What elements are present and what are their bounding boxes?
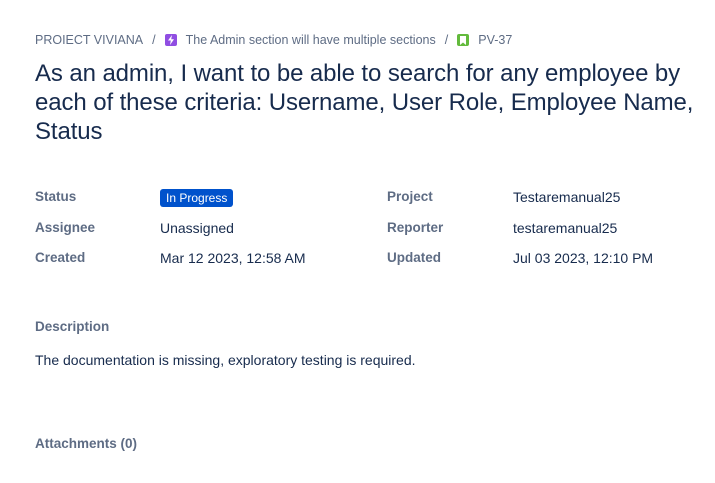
description-text[interactable]: The documentation is missing, explorator… — [35, 352, 416, 368]
project-value[interactable]: Testaremanual25 — [513, 189, 620, 205]
field-row: Created Mar 12 2023, 12:58 AM Updated Ju… — [35, 247, 695, 278]
assignee-value[interactable]: Unassigned — [160, 220, 234, 236]
breadcrumb-epic-link[interactable]: The Admin section will have multiple sec… — [186, 33, 436, 47]
project-label: Project — [387, 189, 433, 204]
assignee-label: Assignee — [35, 219, 96, 235]
description-heading: Description — [35, 319, 110, 334]
breadcrumb-separator: / — [444, 33, 449, 47]
issue-title[interactable]: As an admin, I want to be able to search… — [35, 59, 695, 146]
story-bookmark-icon — [457, 34, 470, 46]
epic-lightning-icon — [164, 34, 177, 46]
created-label: Created — [35, 250, 86, 265]
reporter-value[interactable]: testaremanual25 — [513, 220, 617, 236]
updated-value: Jul 03 2023, 12:10 PM — [513, 250, 654, 266]
field-row: Assignee Unassigned Reporter testaremanu… — [35, 217, 695, 248]
status-badge[interactable]: In Progress — [160, 189, 234, 207]
breadcrumb-separator: / — [152, 33, 156, 47]
breadcrumb-project-link[interactable]: PROIECT VIVIANA — [35, 33, 143, 47]
breadcrumb-issue-key-link[interactable]: PV-37 — [478, 33, 512, 47]
attachments-heading: Attachments (0) — [35, 436, 138, 451]
created-value: Mar 12 2023, 12:58 AM — [160, 250, 306, 266]
breadcrumb: PROIECT VIVIANA / The Admin section will… — [35, 33, 512, 47]
updated-label: Updated — [387, 250, 441, 265]
status-field[interactable]: In Progress — [160, 189, 234, 207]
status-label: Status — [35, 189, 77, 204]
issue-fields: Status In Progress Project Testaremanual… — [35, 186, 695, 278]
reporter-label: Reporter — [387, 219, 444, 235]
field-row: Status In Progress Project Testaremanual… — [35, 186, 695, 217]
